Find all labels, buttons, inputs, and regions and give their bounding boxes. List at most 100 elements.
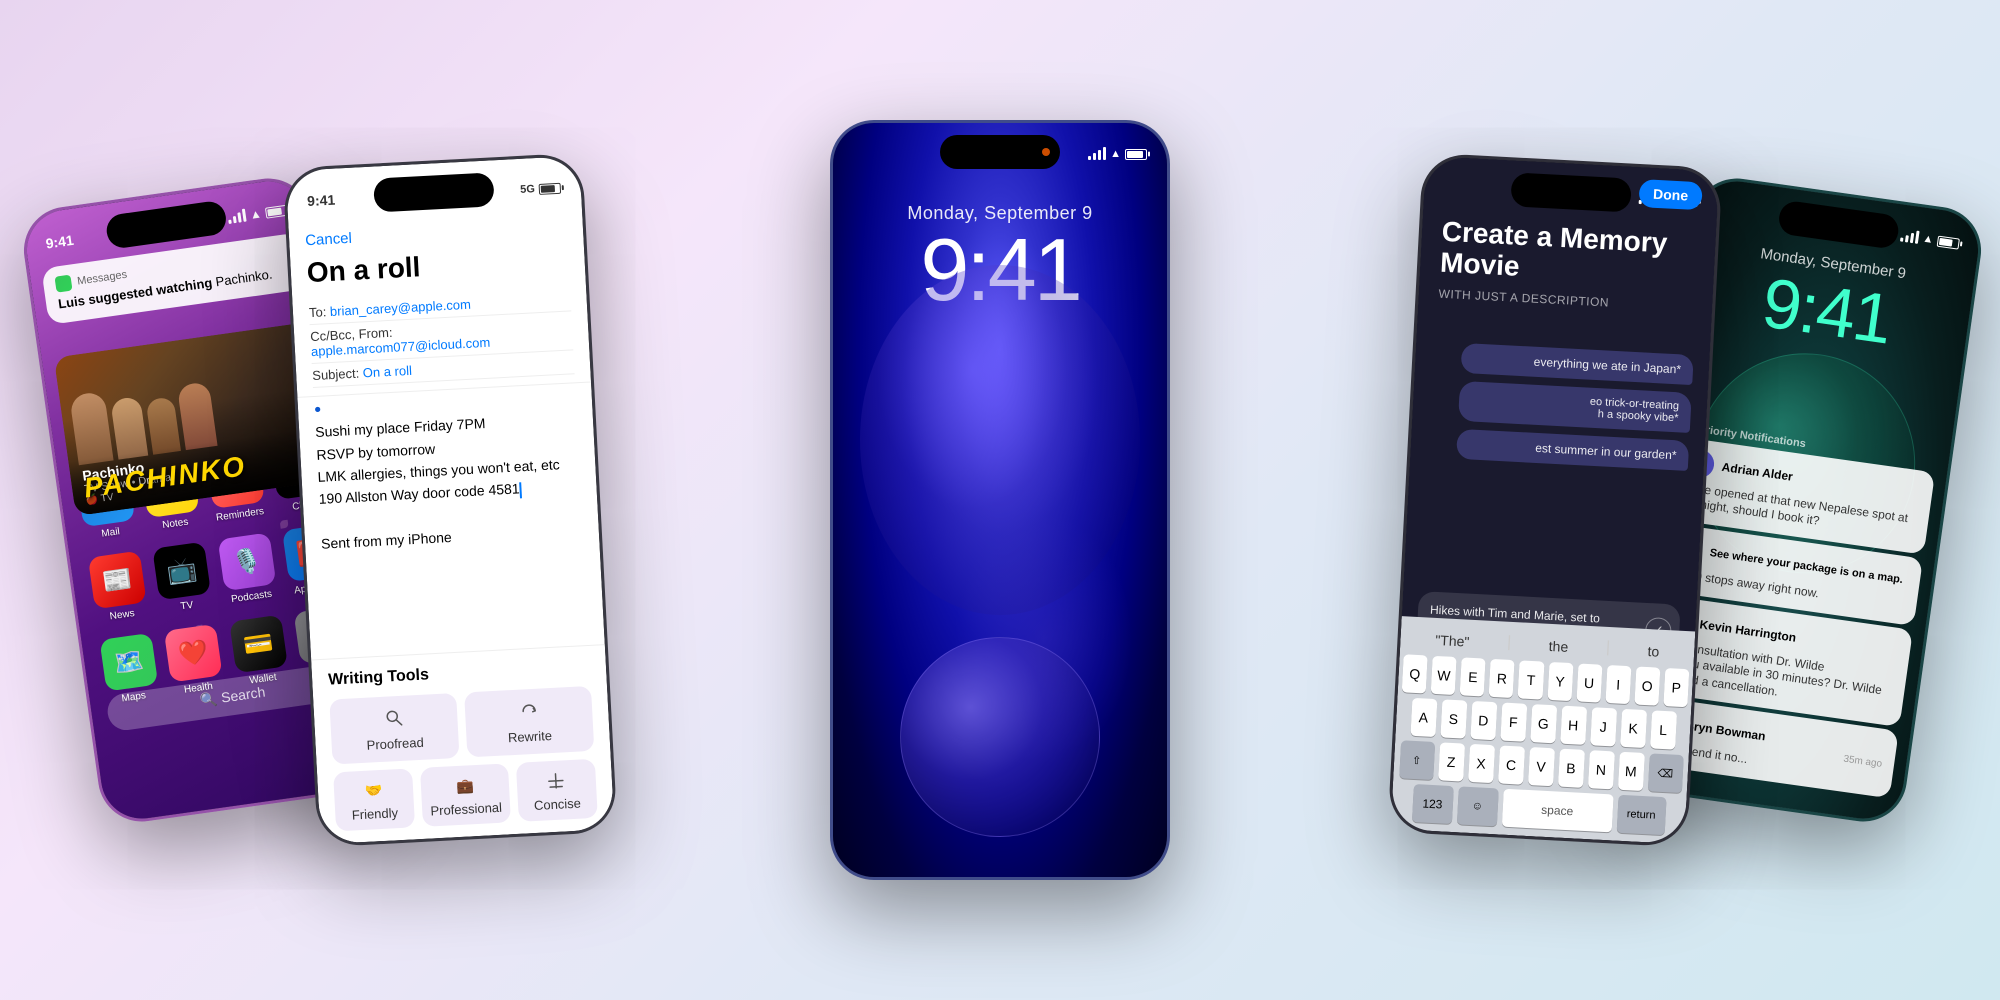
number-key[interactable]: 123 [1411, 784, 1453, 824]
key-k[interactable]: K [1620, 709, 1647, 748]
key-e[interactable]: E [1460, 657, 1486, 696]
key-q[interactable]: Q [1402, 654, 1428, 693]
key-i[interactable]: I [1605, 665, 1631, 704]
return-key[interactable]: return [1616, 795, 1666, 835]
app-tv[interactable]: 📺 TV [151, 541, 216, 615]
status-icons-2: 5G [520, 182, 561, 196]
key-f[interactable]: F [1500, 702, 1527, 741]
email-body[interactable]: ● Sushi my place Friday 7PM RSVP by tomo… [314, 386, 584, 555]
battery-5 [1937, 235, 1960, 249]
dynamic-island-4 [1510, 172, 1632, 212]
professional-icon: 💼 [452, 773, 477, 798]
app-news[interactable]: 📰 News [86, 550, 151, 624]
key-j[interactable]: J [1590, 707, 1617, 746]
key-z[interactable]: Z [1438, 742, 1465, 781]
key-s[interactable]: S [1440, 699, 1467, 738]
notif-app-name: Messages [77, 269, 128, 288]
key-l[interactable]: L [1650, 710, 1677, 749]
key-u[interactable]: U [1576, 663, 1602, 702]
wifi-icon-5: ▲ [1922, 233, 1934, 246]
wifi-icon-1: ▲ [249, 206, 263, 222]
notif-time-4: 35m ago [1843, 753, 1883, 769]
phone-4-memory: ▲ Done Create a Memory Movie WITH JUST A… [1387, 153, 1722, 848]
dynamic-island-2 [373, 172, 495, 212]
pred-1[interactable]: "The" [1427, 630, 1478, 653]
app-podcasts-label: Podcasts [230, 589, 272, 606]
key-b[interactable]: B [1558, 749, 1585, 788]
center-sphere [860, 265, 1140, 615]
keyboard-row-4: 123 ☺ space return [1395, 783, 1683, 836]
friendly-label: Friendly [351, 805, 398, 822]
concise-btn[interactable]: Concise [516, 759, 598, 822]
app-mail-label: Mail [101, 526, 121, 539]
writing-tools-grid: Proofread Rewrite [329, 686, 594, 765]
signal-bars-3 [1088, 148, 1106, 160]
key-t[interactable]: T [1518, 660, 1544, 699]
key-d[interactable]: D [1470, 701, 1497, 740]
sender-4: Bryn Bowman [1685, 719, 1767, 744]
app-notes-label: Notes [162, 517, 189, 532]
signal-bars-1 [227, 210, 246, 224]
key-n[interactable]: N [1587, 750, 1614, 789]
rewrite-icon [516, 699, 541, 724]
phones-container: 9:41 ▲ Mess [0, 0, 2000, 1000]
suggestion-2[interactable]: eo trick-or-treatingh a spooky vibe* [1458, 381, 1692, 433]
pred-divider-1: | [1507, 634, 1512, 654]
key-x[interactable]: X [1468, 744, 1495, 783]
key-o[interactable]: O [1634, 666, 1660, 705]
done-button[interactable]: Done [1638, 179, 1702, 210]
status-icons-5: ▲ [1900, 230, 1960, 250]
email-subject-value: On a roll [362, 363, 412, 381]
battery-2 [539, 182, 562, 194]
podcasts-icon: 🎙️ [217, 532, 276, 591]
status-icons-1: ▲ [227, 203, 288, 225]
pred-3[interactable]: to [1639, 641, 1668, 662]
status-icons-3: ▲ [1088, 148, 1147, 160]
phone-2-email: 9:41 5G Cancel On a roll To: brian_carey… [282, 153, 617, 848]
professional-label: Professional [430, 800, 502, 819]
suggestion-3[interactable]: est summer in our garden* [1456, 429, 1689, 471]
phone-3-screen: ▲ Monday, September 9 9:41 [833, 123, 1167, 877]
lock-date-text: Monday, September 9 [833, 203, 1167, 224]
proofread-btn[interactable]: Proofread [329, 693, 459, 765]
phone-3-lockscreen: ▲ Monday, September 9 9:41 [830, 120, 1170, 880]
phone-4-screen: ▲ Done Create a Memory Movie WITH JUST A… [1391, 156, 1720, 844]
maps-icon: 🗺️ [99, 633, 158, 692]
text-cursor [519, 482, 522, 498]
app-podcasts[interactable]: 🎙️ Podcasts [215, 532, 280, 606]
dynamic-island-3 [940, 135, 1060, 169]
key-y[interactable]: Y [1547, 662, 1573, 701]
space-key[interactable]: space [1501, 789, 1613, 833]
key-r[interactable]: R [1489, 659, 1515, 698]
key-m[interactable]: M [1617, 752, 1644, 791]
key-c[interactable]: C [1498, 745, 1525, 784]
proofread-icon [381, 706, 406, 731]
suggestion-1[interactable]: everything we ate in Japan* [1461, 343, 1694, 385]
wallet-icon: 💳 [229, 615, 288, 674]
sender-3: Kevin Harrington [1699, 617, 1797, 644]
friendly-btn[interactable]: 🤝 Friendly [333, 768, 415, 831]
delete-key[interactable]: ⌫ [1647, 753, 1683, 793]
key-g[interactable]: G [1530, 704, 1557, 743]
friendly-icon: 🤝 [361, 778, 386, 803]
tv-icon: 📺 [153, 542, 212, 601]
app-reminders-label: Reminders [215, 506, 264, 524]
key-p[interactable]: P [1663, 668, 1689, 707]
spacer-4 [1444, 188, 1484, 190]
app-news-label: News [109, 608, 135, 622]
memory-title-text: Create a Memory Movie [1439, 217, 1696, 292]
key-v[interactable]: V [1528, 747, 1555, 786]
news-icon: 📰 [88, 551, 147, 610]
pred-2[interactable]: the [1540, 635, 1576, 657]
key-w[interactable]: W [1431, 656, 1457, 695]
rewrite-btn[interactable]: Rewrite [464, 686, 594, 758]
key-h[interactable]: H [1560, 706, 1587, 745]
shift-key[interactable]: ⇧ [1399, 740, 1435, 780]
emoji-key[interactable]: ☺ [1456, 786, 1498, 826]
professional-btn[interactable]: 💼 Professional [420, 763, 511, 827]
messages-icon [54, 275, 72, 293]
key-a[interactable]: A [1410, 698, 1437, 737]
email-body-text: Sushi my place Friday 7PM RSVP by tomorr… [315, 407, 584, 555]
concise-icon [544, 768, 569, 793]
phone-2-screen: 9:41 5G Cancel On a roll To: brian_carey… [286, 156, 615, 844]
